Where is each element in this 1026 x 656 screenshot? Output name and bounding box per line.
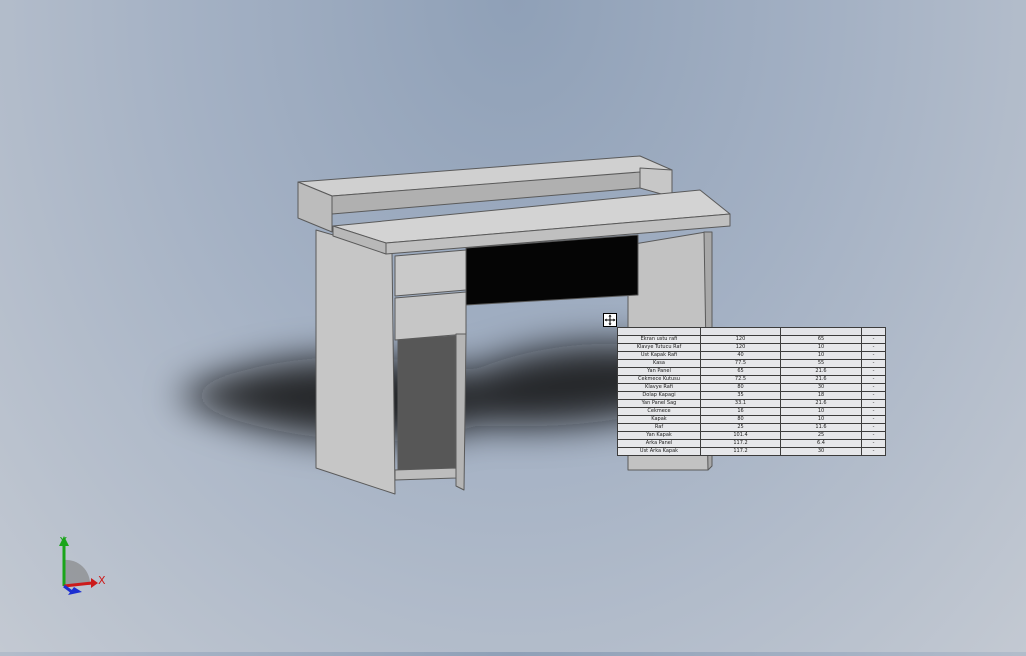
table-row[interactable]: Yan Kapak 101.4 25- [617, 431, 886, 440]
table-cell: 65 [700, 367, 781, 376]
table-cell: Ust Arka Kapak [617, 447, 701, 456]
table-row[interactable]: Cekmece 16 10- [617, 407, 886, 416]
table-cell: Yan Panel Sag [617, 399, 701, 408]
table-cell: 10 [780, 415, 862, 424]
table-cell: 120 [700, 335, 781, 344]
table-cell: 101.4 [700, 431, 781, 440]
table-cell: - [861, 447, 886, 456]
table-cell: 40 [700, 351, 781, 360]
table-cell: - [861, 343, 886, 352]
table-cell: Ekran ustu rafi [617, 335, 701, 344]
table-cell: 25 [700, 423, 781, 432]
drawer-top [394, 249, 467, 297]
bom-table[interactable]: Ekran ustu rafi 120 65- Klavye Tutucu Raf 12… [617, 327, 886, 456]
table-row[interactable]: Cekmece Kutusu 72.5 21.6- [617, 375, 886, 384]
table-row[interactable]: Ust Kapak Rafi 40 10- [617, 351, 886, 360]
monitor-shelf-back [639, 167, 673, 198]
table-cell: - [861, 407, 886, 416]
table-cell: 77.5 [700, 359, 781, 368]
table-header-cell [617, 327, 701, 336]
table-header-cell [700, 327, 781, 336]
table-row[interactable]: Yan Panel 65 21.6- [617, 367, 886, 376]
table-cell: Kapak [617, 415, 701, 424]
left-panel-front [315, 229, 396, 495]
table-cell: 10 [780, 351, 862, 360]
table-cell: 10 [780, 407, 862, 416]
table-cell: 72.5 [700, 375, 781, 384]
table-cell: 21.6 [780, 375, 862, 384]
table-cell: 80 [700, 415, 781, 424]
table-cell: Dolap Kapagi [617, 391, 701, 400]
table-cell: 117.2 [700, 439, 781, 448]
triad-x-label: X [98, 574, 106, 587]
table-cell: - [861, 423, 886, 432]
table-cell: - [861, 431, 886, 440]
table-cell: Cekmece [617, 407, 701, 416]
table-cell: - [861, 399, 886, 408]
table-move-handle[interactable] [603, 313, 617, 327]
table-cell: 80 [700, 383, 781, 392]
table-cell: Ust Kapak Rafi [617, 351, 701, 360]
cabinet-door [397, 335, 456, 473]
table-row[interactable]: Yan Panel Sag 33.1 21.6- [617, 399, 886, 408]
3d-viewport[interactable]: Y X Ekran ustu rafi 120 65- Klavye Tutucu R… [0, 0, 1026, 652]
table-cell: 30 [780, 383, 862, 392]
cabinet-base [394, 467, 457, 481]
table-cell: Yan Panel [617, 367, 701, 376]
table-row[interactable]: Klavye Tutucu Raf 120 10- [617, 343, 886, 352]
triad-y-label: Y [59, 535, 67, 548]
table-cell: 33.1 [700, 399, 781, 408]
table-header-cell [780, 327, 862, 336]
table-cell: - [861, 383, 886, 392]
table-cell: 120 [700, 343, 781, 352]
drawer-bottom [394, 291, 467, 341]
table-cell: 21.6 [780, 367, 862, 376]
table-cell: - [861, 375, 886, 384]
table-cell: Klavye Rafi [617, 383, 701, 392]
table-cell: 11.6 [780, 423, 862, 432]
table-cell: - [861, 335, 886, 344]
table-cell: 30 [780, 447, 862, 456]
axis-triad: Y X [59, 535, 106, 595]
table-cell: Cekmece Kutusu [617, 375, 701, 384]
desk-model[interactable]: Y X [0, 0, 1026, 652]
table-cell: - [861, 359, 886, 368]
cabinet-side [455, 333, 467, 491]
table-cell: Kasa [617, 359, 701, 368]
table-cell: 117.2 [700, 447, 781, 456]
table-row[interactable]: Klavye Rafi 80 30- [617, 383, 886, 392]
table-cell: - [861, 391, 886, 400]
table-row[interactable]: Raf 25 11.6- [617, 423, 886, 432]
table-cell: Klavye Tutucu Raf [617, 343, 701, 352]
table-cell: - [861, 439, 886, 448]
table-row[interactable]: Kasa 77.5 55- [617, 359, 886, 368]
table-cell: - [861, 367, 886, 376]
table-cell: 65 [780, 335, 862, 344]
table-row[interactable]: Ekran ustu rafi 120 65- [617, 335, 886, 344]
table-cell: 55 [780, 359, 862, 368]
table-row[interactable]: Arka Panel 117.2 6.4- [617, 439, 886, 448]
table-cell: 35 [700, 391, 781, 400]
table-cell: 21.6 [780, 399, 862, 408]
table-cell: - [861, 351, 886, 360]
table-header-row [617, 327, 886, 336]
table-cell: 10 [780, 343, 862, 352]
table-header-cell [861, 327, 886, 336]
table-row[interactable]: Kapak 80 10- [617, 415, 886, 424]
move-arrows-icon [604, 314, 616, 326]
table-cell: Raf [617, 423, 701, 432]
table-cell: 6.4 [780, 439, 862, 448]
table-cell: - [861, 415, 886, 424]
table-cell: Arka Panel [617, 439, 701, 448]
table-row[interactable]: Dolap Kapagi 35 18- [617, 391, 886, 400]
table-cell: Yan Kapak [617, 431, 701, 440]
table-cell: 16 [700, 407, 781, 416]
table-cell: 25 [780, 431, 862, 440]
table-cell: 18 [780, 391, 862, 400]
table-row[interactable]: Ust Arka Kapak 117.2 30- [617, 447, 886, 456]
